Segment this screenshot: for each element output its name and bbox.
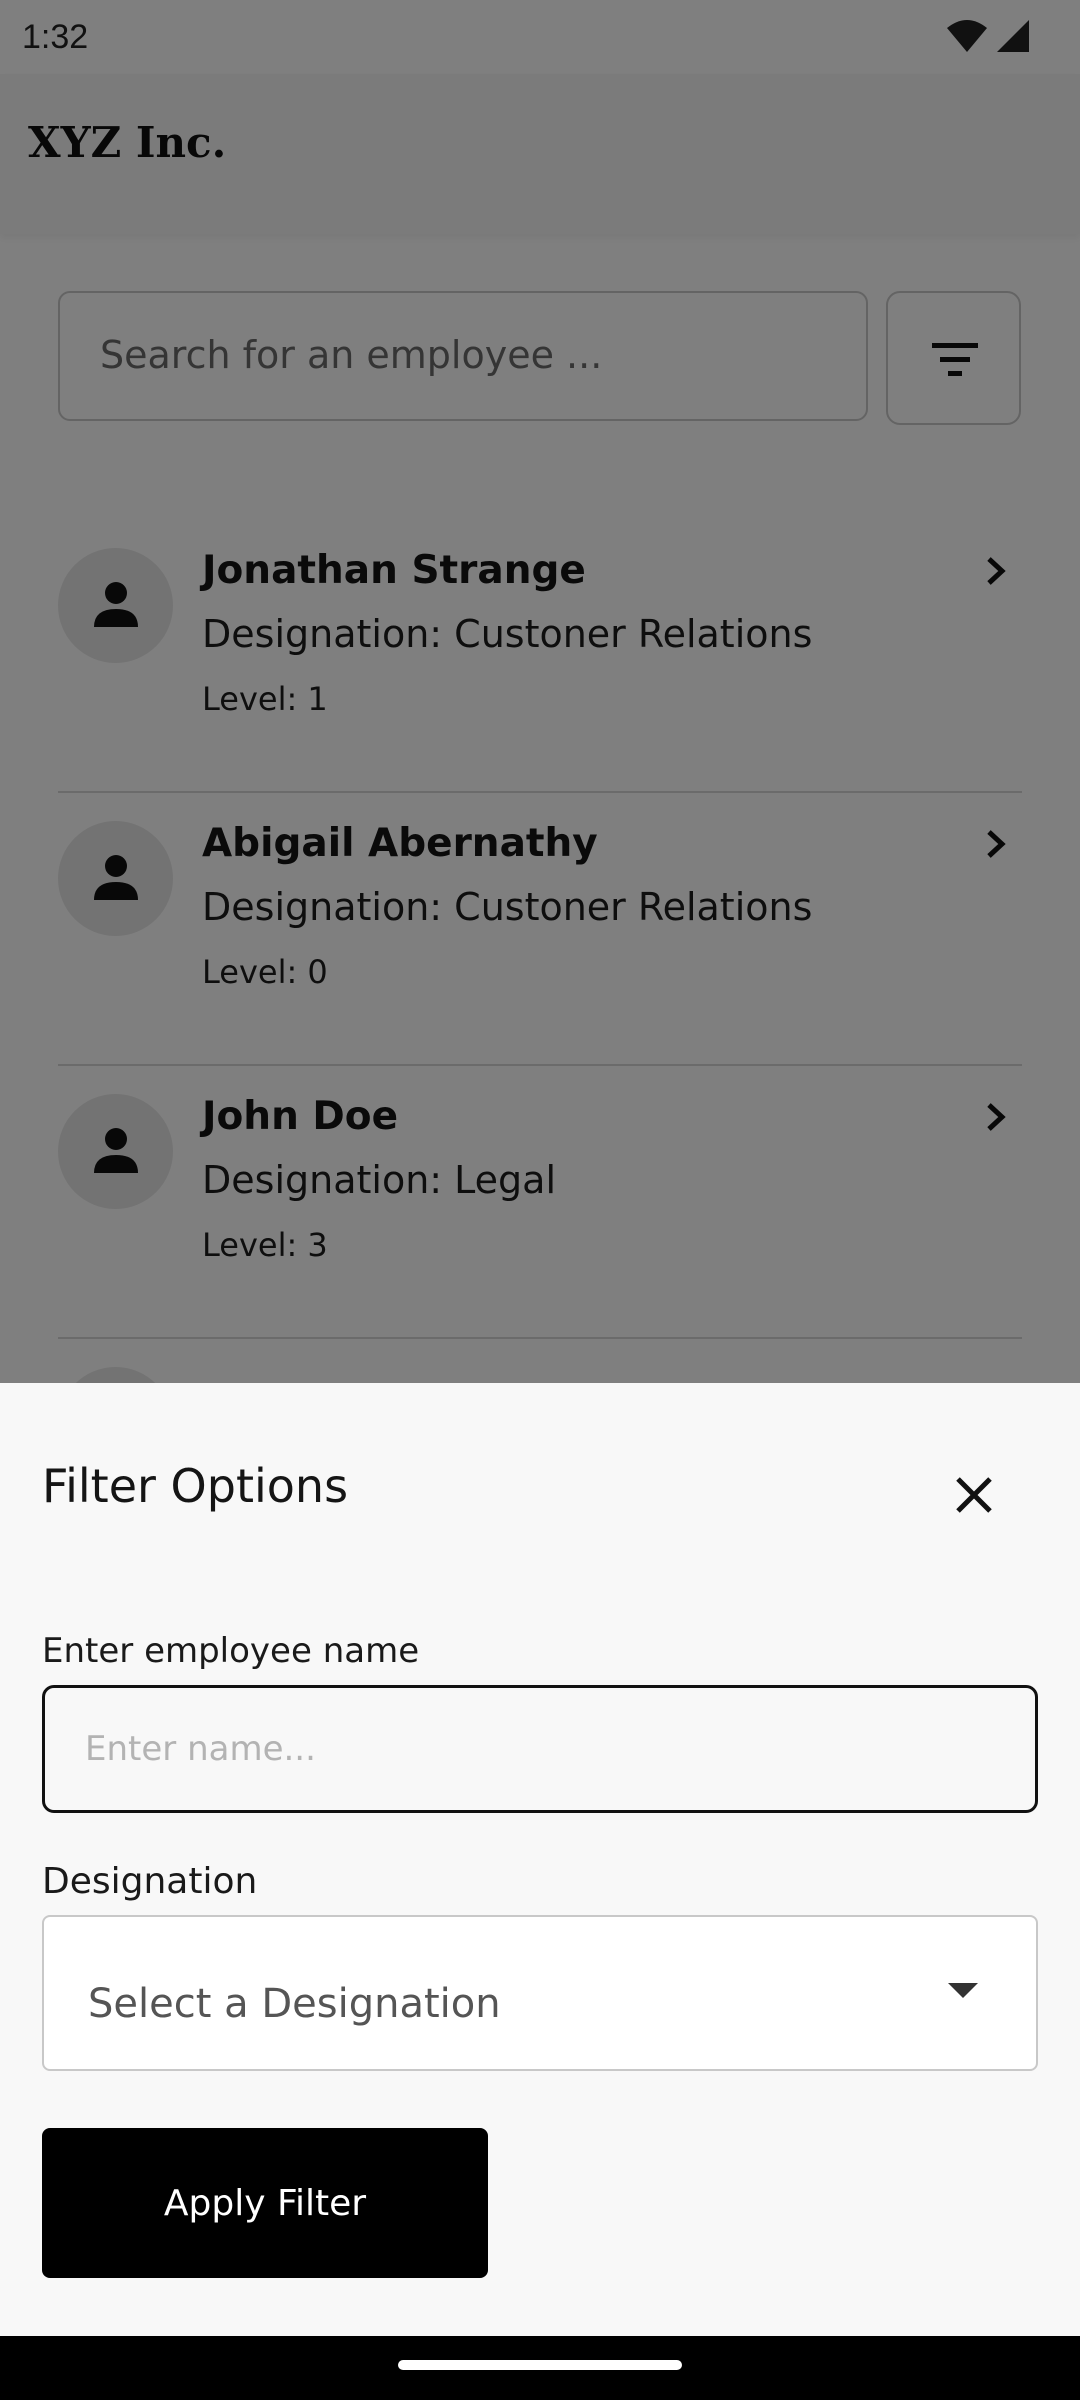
filter-bottom-sheet: Filter Options Enter employee name Desig… — [0, 1383, 1080, 2336]
employee-name-label: Enter employee name — [42, 1631, 420, 1671]
sheet-title: Filter Options — [42, 1459, 349, 1513]
designation-placeholder: Select a Designation — [88, 1981, 501, 2027]
dropdown-arrow-icon — [948, 1983, 978, 1998]
employee-name-input[interactable] — [42, 1685, 1038, 1813]
apply-filter-button[interactable]: Apply Filter — [42, 2128, 488, 2278]
close-icon — [956, 1477, 992, 1513]
navigation-bar — [0, 2336, 1080, 2400]
home-gesture-handle[interactable] — [398, 2360, 682, 2370]
close-button[interactable] — [944, 1465, 1004, 1525]
designation-label: Designation — [42, 1861, 258, 1902]
designation-dropdown[interactable]: Select a Designation — [42, 1915, 1038, 2071]
